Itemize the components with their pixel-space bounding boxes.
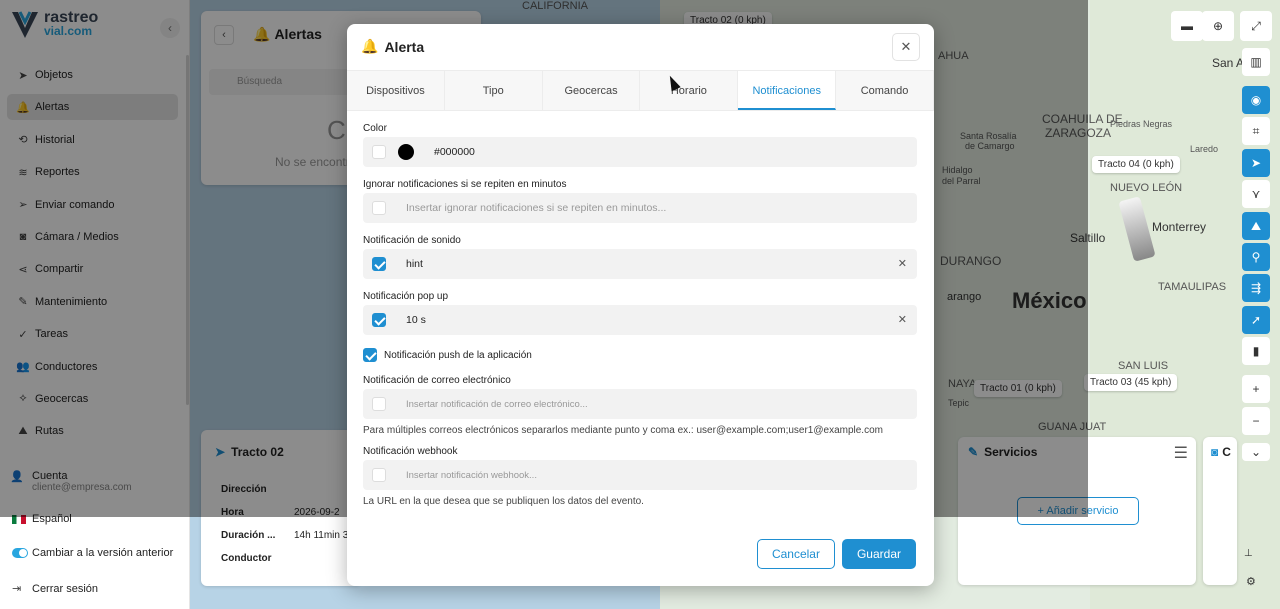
webhook-label: Notificación webhook: [363, 446, 458, 457]
email-field[interactable]: Insertar notificación de correo electrón…: [363, 389, 917, 419]
arrow-path-icon[interactable]: ⇶: [1242, 274, 1270, 303]
zoom-in-icon[interactable]: +: [1242, 375, 1270, 404]
popup-field[interactable]: 10 s ✕: [363, 305, 917, 335]
logout-button[interactable]: ⇥ Cerrar sesión: [12, 582, 99, 596]
info-label: Conductor: [221, 553, 272, 564]
send-icon[interactable]: ➚: [1242, 305, 1270, 334]
map-label: TAMAULIPAS: [1158, 281, 1227, 293]
tab-notificaciones[interactable]: Notificaciones: [738, 71, 837, 110]
clear-icon[interactable]: ✕: [898, 313, 907, 326]
map-label: Piedras Negras: [1110, 119, 1173, 129]
info-label: Duración ...: [221, 530, 276, 541]
vehicle-label[interactable]: Tracto 03 (45 kph): [1084, 374, 1178, 391]
webhook-input[interactable]: Insertar notificación webhook...: [406, 470, 537, 481]
map-label: SAN LUIS: [1118, 360, 1169, 372]
webhook-field[interactable]: Insertar notificación webhook...: [363, 460, 917, 490]
navigation-icon[interactable]: ➤: [1242, 148, 1270, 177]
modal-tabs: Dispositivos Tipo Geocercas Horario Notifica…: [347, 70, 934, 111]
tab-dispositivos[interactable]: Dispositivos: [347, 71, 445, 110]
sound-value: hint: [406, 258, 423, 270]
ignore-field[interactable]: Insertar ignorar notificaciones si se re…: [363, 193, 917, 223]
logout-label: Cerrar sesión: [32, 582, 99, 595]
gear-icon[interactable]: ⚙: [1246, 575, 1256, 588]
tab-tipo[interactable]: Tipo: [445, 71, 543, 110]
close-button[interactable]: ✕: [892, 33, 920, 61]
tab-horario[interactable]: Horario: [640, 71, 739, 110]
color-label: Color: [363, 123, 387, 134]
notifications-form: Color #000000 Ignorar notificaciones si …: [363, 121, 917, 507]
tab-geocercas[interactable]: Geocercas: [543, 71, 641, 110]
webhook-checkbox[interactable]: [372, 468, 386, 482]
popup-label: Notificación pop up: [363, 291, 449, 302]
color-value: #000000: [434, 146, 475, 158]
traffic-light-icon[interactable]: ▮: [1242, 337, 1270, 366]
email-label: Notificación de correo electrónico: [363, 375, 511, 386]
zoom-out-icon[interactable]: −: [1242, 406, 1270, 435]
ruler-icon[interactable]: ▬: [1171, 11, 1203, 41]
popup-checkbox[interactable]: [372, 313, 386, 327]
email-help: Para múltiples correos electrónicos sepa…: [363, 425, 883, 436]
extra-panel: ◙ C: [1203, 437, 1237, 585]
route-icon[interactable]: ⋎: [1242, 180, 1270, 209]
alert-modal: 🔔 Alerta ✕ Dispositivos Tipo Geocercas Horar…: [347, 24, 934, 586]
legacy-toggle-label: Cambiar a la versión anterior: [32, 547, 174, 559]
vehicle-label[interactable]: Tracto 04 (0 kph): [1092, 156, 1180, 173]
menu-icon[interactable]: ☰: [1174, 443, 1188, 463]
sound-field[interactable]: hint ✕: [363, 249, 917, 279]
focus-icon[interactable]: ⌗: [1242, 117, 1270, 146]
extra-title: C: [1222, 445, 1231, 459]
map-layers-icon[interactable]: ▥: [1242, 48, 1270, 76]
color-field[interactable]: #000000: [363, 137, 917, 167]
email-checkbox[interactable]: [372, 397, 386, 411]
info-value: 14h 11min 3: [294, 530, 349, 541]
map-toolbar: ▥ ◉ ⌗ ➤ ⋎ ⛰ ⚲ ⇶ ➚ ▮ + − ⌄: [1240, 6, 1272, 464]
webhook-help: La URL en la que desea que se publiquen …: [363, 496, 644, 507]
color-checkbox[interactable]: [372, 145, 386, 159]
ignore-label: Ignorar notificaciones si se repiten en …: [363, 179, 567, 190]
crosshair-icon[interactable]: ⊕: [1202, 11, 1234, 41]
ignore-input[interactable]: Insertar ignorar notificaciones si se re…: [406, 202, 666, 214]
pin-icon[interactable]: ⊥: [1244, 548, 1253, 559]
bell-icon: 🔔: [361, 38, 379, 54]
save-button[interactable]: Guardar: [841, 539, 916, 569]
ignore-checkbox[interactable]: [372, 201, 386, 215]
toggle-icon[interactable]: [12, 548, 28, 558]
logout-icon: ⇥: [12, 583, 22, 595]
popup-value: 10 s: [406, 314, 426, 326]
map-label: Monterrey: [1152, 220, 1207, 234]
road-icon[interactable]: ⛰: [1242, 211, 1270, 240]
chevron-down-icon[interactable]: ⌄: [1242, 442, 1270, 461]
sound-label: Notificación de sonido: [363, 235, 461, 246]
push-checkbox[interactable]: [363, 348, 377, 362]
pin-icon[interactable]: ⚲: [1242, 242, 1270, 271]
push-label: Notificación push de la aplicación: [384, 349, 532, 361]
sound-checkbox[interactable]: [372, 257, 386, 271]
info-value: [294, 547, 348, 570]
legacy-version-toggle[interactable]: Cambiar a la versión anterior: [12, 547, 173, 559]
tab-comando[interactable]: Comando: [836, 71, 934, 110]
eye-icon[interactable]: ◉: [1242, 86, 1270, 114]
modal-title: Alerta: [384, 38, 425, 55]
camera-icon: ◙: [1211, 445, 1219, 459]
color-swatch[interactable]: [398, 144, 414, 160]
push-row[interactable]: Notificación push de la aplicación: [363, 347, 917, 363]
map-label: Laredo: [1190, 144, 1219, 154]
email-input[interactable]: Insertar notificación de correo electrón…: [406, 399, 588, 410]
clear-icon[interactable]: ✕: [898, 257, 907, 270]
map-label: NUEVO LEÓN: [1110, 182, 1183, 194]
cancel-button[interactable]: Cancelar: [756, 539, 835, 569]
modal-footer: Cancelar Guardar: [756, 539, 916, 569]
